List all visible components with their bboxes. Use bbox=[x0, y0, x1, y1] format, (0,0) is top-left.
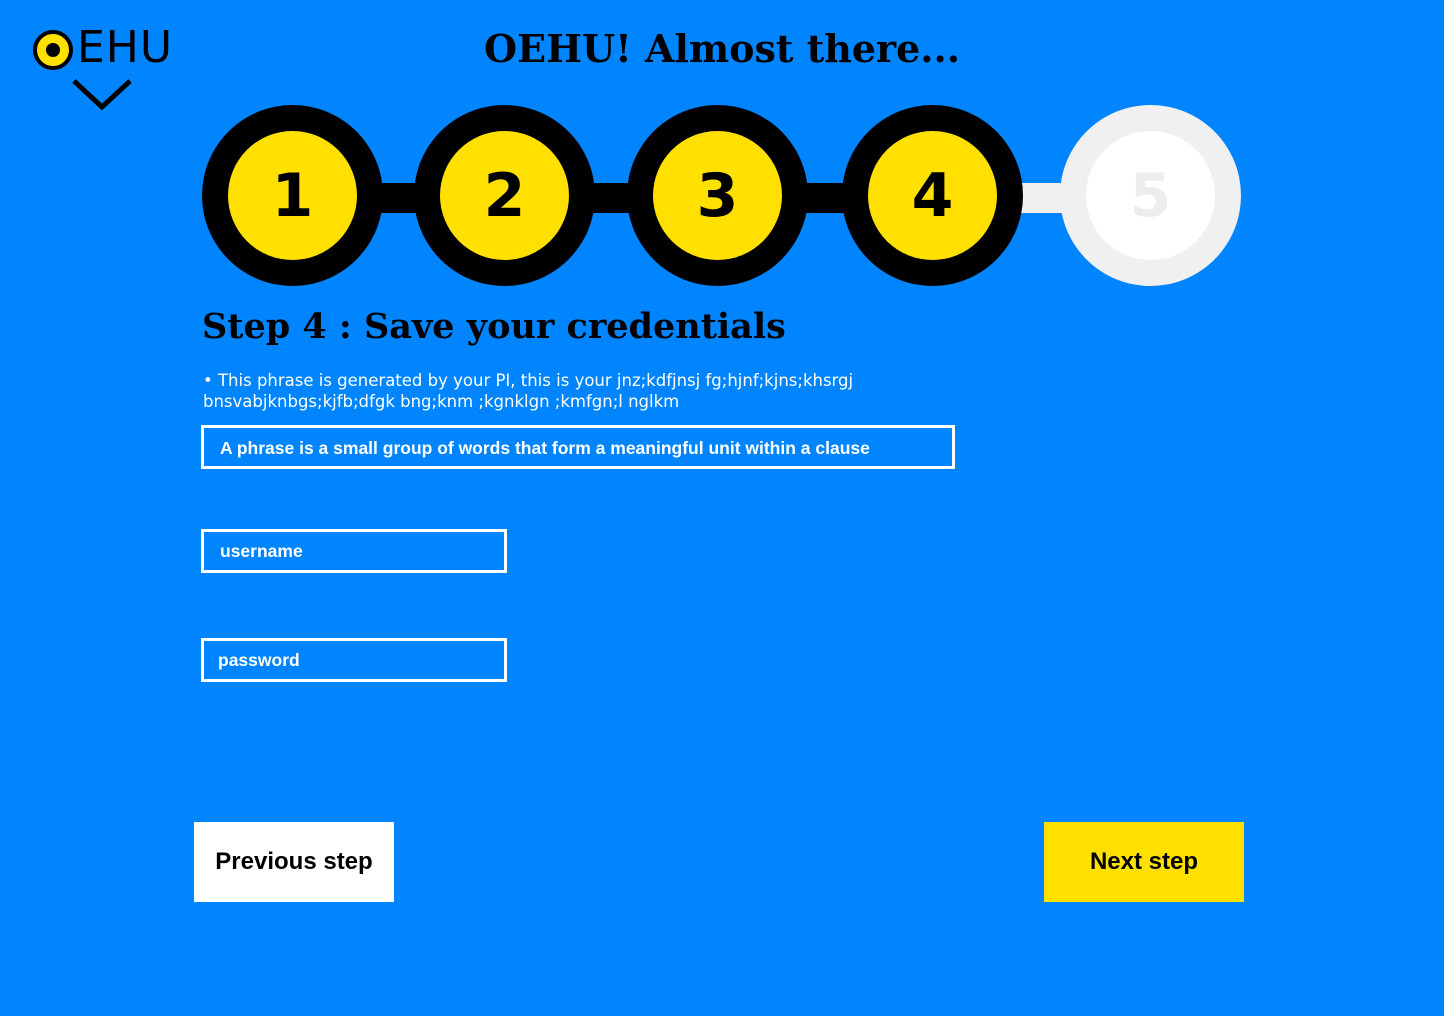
step-heading: Step 4 : Save your credentials bbox=[202, 306, 786, 347]
progress-stepper: 1 2 3 4 5 bbox=[202, 105, 1242, 286]
step-number: 5 bbox=[1086, 131, 1215, 260]
step-indicator-4: 4 bbox=[842, 105, 1023, 286]
step-number: 1 bbox=[228, 131, 357, 260]
password-input[interactable] bbox=[201, 638, 507, 682]
generated-phrase: A phrase is a small group of words that … bbox=[220, 438, 870, 458]
step-indicator-5: 5 bbox=[1060, 105, 1241, 286]
step-number: 2 bbox=[440, 131, 569, 260]
previous-step-button[interactable]: Previous step bbox=[194, 822, 394, 902]
step-indicator-1: 1 bbox=[202, 105, 383, 286]
username-input[interactable] bbox=[201, 529, 507, 573]
step-number: 3 bbox=[653, 131, 782, 260]
page-title: OEHU! Almost there... bbox=[484, 26, 960, 71]
generated-phrase-box[interactable]: A phrase is a small group of words that … bbox=[201, 425, 955, 469]
step-indicator-3: 3 bbox=[627, 105, 808, 286]
next-step-button[interactable]: Next step bbox=[1044, 822, 1244, 902]
step-number: 4 bbox=[868, 131, 997, 260]
phrase-description: • This phrase is generated by your PI, t… bbox=[203, 371, 854, 411]
chevron-down-icon bbox=[72, 79, 132, 111]
step-indicator-2: 2 bbox=[414, 105, 595, 286]
